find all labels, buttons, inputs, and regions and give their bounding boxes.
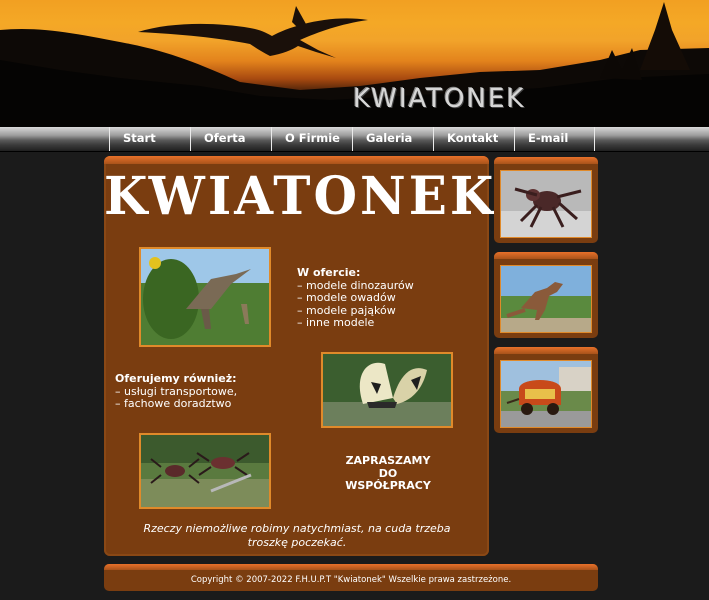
also-offer-text-block: Oferujemy również: – usługi transportowe… [115, 372, 237, 411]
panel-top-bar [104, 156, 489, 164]
side-box-wagon [494, 347, 598, 433]
offer-text-block: W ofercie: – modele dinozaurów – modele … [297, 266, 414, 330]
company-motto: Rzeczy niemożliwe robimy natychmiast, na… [143, 522, 451, 549]
main-navigation: Start Oferta O Firmie Galeria Kontakt E-… [0, 127, 709, 152]
side-photo-spider[interactable] [500, 170, 592, 238]
side-box-top-bar [494, 157, 598, 164]
invite-text-block: ZAPRASZAMY DO WSPÓŁPRACY [336, 454, 440, 493]
nav-divider [594, 127, 595, 151]
nav-item-kontakt[interactable]: Kontakt [433, 127, 513, 151]
photo-butterfly-model[interactable] [321, 352, 453, 428]
also-heading: Oferujemy również: [115, 372, 237, 385]
also-item: – fachowe doradztwo [115, 397, 232, 410]
offer-item: – inne modele [297, 316, 375, 329]
side-photo-dinosaur[interactable] [500, 265, 592, 333]
side-box-spider [494, 157, 598, 243]
copyright-text: Copyright © 2007-2022 F.H.U.P.T "Kwiaton… [190, 575, 512, 585]
footer-bar: Copyright © 2007-2022 F.H.U.P.T "Kwiaton… [104, 564, 598, 591]
photo-dinosaur-garden[interactable] [139, 247, 271, 347]
offer-heading: W ofercie: [297, 266, 361, 279]
nav-item-oferta[interactable]: Oferta [190, 127, 270, 151]
invite-line: WSPÓŁPRACY [345, 479, 431, 492]
nav-item-email[interactable]: E-mail [514, 127, 594, 151]
invite-line: ZAPRASZAMY [345, 454, 431, 467]
main-content-panel: KWIATONEK W ofercie: – modele dinozaurów… [104, 156, 497, 556]
side-box-top-bar [494, 252, 598, 259]
nav-item-start[interactable]: Start [109, 127, 189, 151]
footer-top-bar [104, 564, 598, 570]
offer-item: – modele owadów [297, 291, 396, 304]
page-title: KWIATONEK [104, 164, 497, 227]
header-brand-logo: KWIATONEK [353, 84, 526, 114]
nav-item-galeria[interactable]: Galeria [352, 127, 432, 151]
side-photo-wagon[interactable] [500, 360, 592, 428]
side-box-dinosaur [494, 252, 598, 338]
side-box-top-bar [494, 347, 598, 354]
nav-item-o-firmie[interactable]: O Firmie [271, 127, 351, 151]
photo-insect-models[interactable] [139, 433, 271, 509]
header-banner: KWIATONEK [0, 0, 709, 127]
